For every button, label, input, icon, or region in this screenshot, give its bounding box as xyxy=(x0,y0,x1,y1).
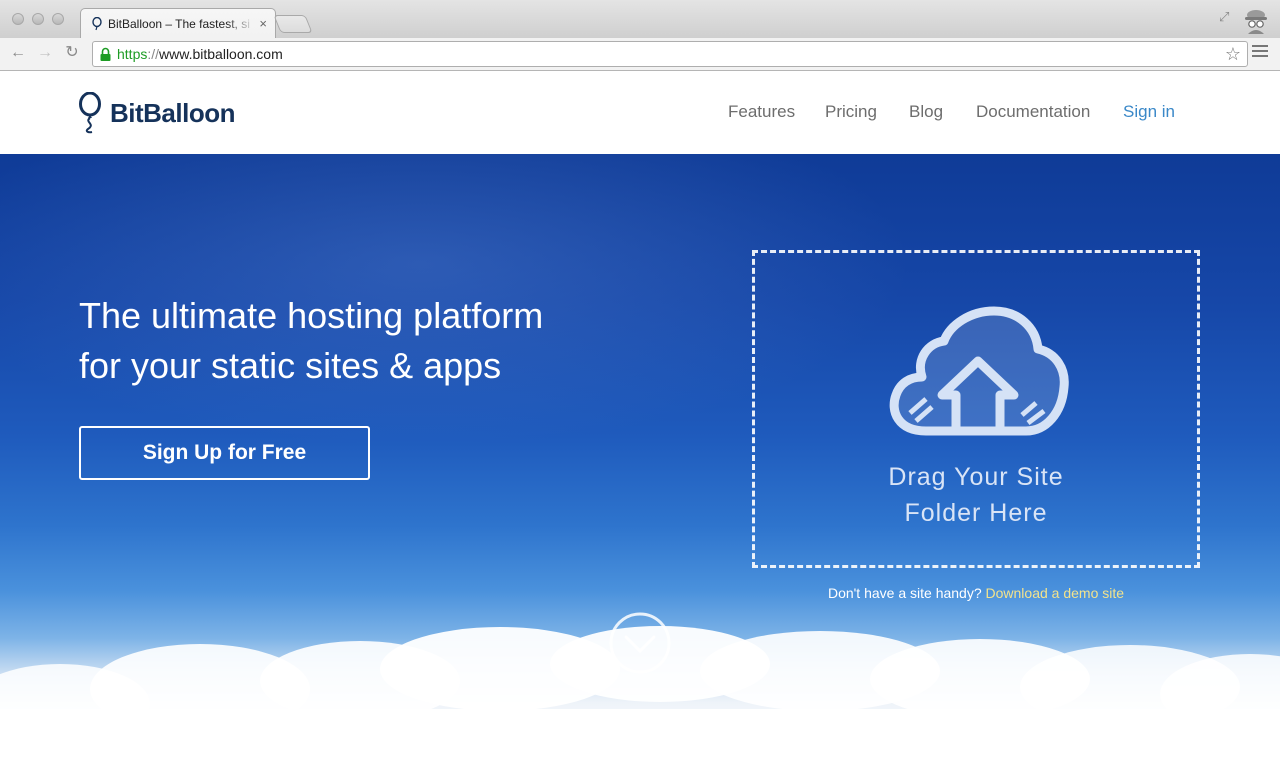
nav-documentation[interactable]: Documentation xyxy=(976,102,1090,122)
dropzone-text-line-2: Folder Here xyxy=(904,499,1048,527)
incognito-icon xyxy=(1245,10,1267,34)
browser-tab[interactable]: BitBalloon – The fastest, si × xyxy=(80,8,276,38)
browser-tabstrip: BitBalloon – The fastest, si × ⤢ xyxy=(0,0,1280,38)
logo-text: BitBalloon xyxy=(110,97,236,128)
demo-site-prefix: Don't have a site handy? xyxy=(827,585,982,601)
hero-title: The ultimate hosting platform for your s… xyxy=(79,291,639,391)
close-window-button[interactable] xyxy=(12,13,24,25)
nav-features[interactable]: Features xyxy=(728,102,795,122)
url-host: www.bitballoon.com xyxy=(159,46,283,62)
tab-title: BitBalloon – The fastest, si xyxy=(108,16,250,31)
bookmark-star-icon[interactable]: ☆ xyxy=(1225,43,1241,65)
minimize-window-button[interactable] xyxy=(32,13,44,25)
back-icon[interactable]: ← xyxy=(8,42,28,64)
download-demo-link[interactable]: Download a demo site xyxy=(986,585,1125,601)
dropzone-text-line-1: Drag Your Site xyxy=(888,463,1064,491)
balloon-logo-icon xyxy=(79,92,101,134)
browser-toolbar: ← → ↻ https://www.bitballoon.com ☆ xyxy=(0,38,1280,71)
reload-icon[interactable]: ↻ xyxy=(62,42,82,64)
dropzone-text: Drag Your Site Folder Here xyxy=(755,459,1197,531)
hero-title-line-1: The ultimate hosting platform xyxy=(79,295,544,336)
balloon-favicon-icon xyxy=(92,16,102,30)
sign-up-button[interactable]: Sign Up for Free xyxy=(79,426,370,480)
tab-close-icon[interactable]: × xyxy=(259,17,267,30)
hero-section: The ultimate hosting platform for your s… xyxy=(0,154,1280,744)
demo-site-line: Don't have a site handy? Download a demo… xyxy=(752,585,1200,601)
nav-blog[interactable]: Blog xyxy=(909,102,943,122)
nav-pricing[interactable]: Pricing xyxy=(825,102,877,122)
zoom-window-button[interactable] xyxy=(52,13,64,25)
site-header: BitBalloon Features Pricing Blog Documen… xyxy=(0,72,1280,154)
address-bar[interactable]: https://www.bitballoon.com ☆ xyxy=(92,41,1248,67)
nav-sign-in[interactable]: Sign in xyxy=(1123,102,1175,122)
cloud-upload-icon xyxy=(889,306,1069,436)
url-separator: :// xyxy=(147,46,160,62)
url-scheme: https xyxy=(117,46,148,62)
site-dropzone[interactable]: Drag Your Site Folder Here xyxy=(752,250,1200,568)
forward-icon[interactable]: → xyxy=(35,42,55,64)
lock-icon xyxy=(100,47,111,61)
new-tab-button[interactable] xyxy=(273,15,313,33)
menu-icon[interactable] xyxy=(1252,45,1268,59)
hero-title-line-2: for your static sites & apps xyxy=(79,345,502,386)
logo[interactable]: BitBalloon xyxy=(78,92,236,134)
fullscreen-icon[interactable]: ⤢ xyxy=(1219,9,1229,25)
chevron-down-icon[interactable] xyxy=(608,611,672,675)
